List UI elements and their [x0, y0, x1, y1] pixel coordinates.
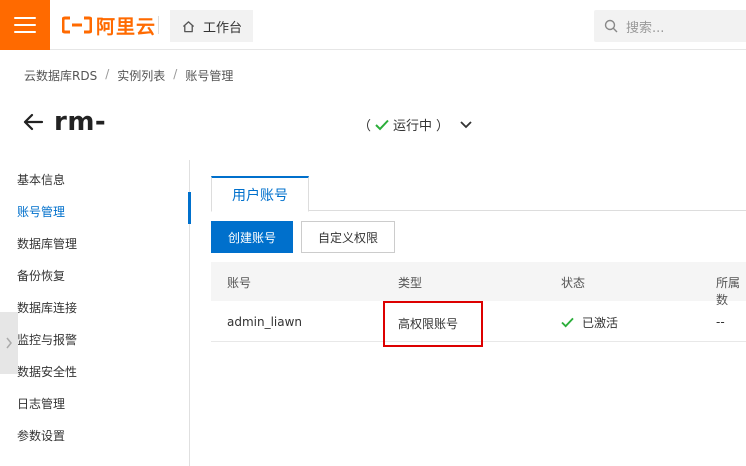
tab-bar: 用户账号: [211, 176, 746, 212]
sidebar-item-parameter-settings[interactable]: 参数设置: [17, 427, 65, 444]
search-icon: [604, 19, 618, 33]
table-header: 账号 类型 状态 所属数: [211, 262, 746, 307]
breadcrumb: 云数据库RDS / 实例列表 / 账号管理: [24, 67, 233, 84]
breadcrumb-item-rds[interactable]: 云数据库RDS: [24, 67, 97, 84]
sidebar-item-database-connection[interactable]: 数据库连接: [17, 299, 77, 316]
header-divider: [158, 16, 159, 34]
sidebar-item-database-management[interactable]: 数据库管理: [17, 235, 77, 252]
cell-status-text: 已激活: [582, 316, 619, 330]
chevron-down-icon[interactable]: [459, 120, 473, 130]
brand-name: 阿里云: [96, 15, 157, 38]
cell-account: admin_liawn: [227, 315, 303, 329]
sidebar-collapse-toggle[interactable]: [0, 312, 18, 374]
custom-permission-button[interactable]: 自定义权限: [301, 221, 395, 253]
tab-user-accounts[interactable]: 用户账号: [211, 176, 309, 212]
breadcrumb-separator: /: [105, 67, 110, 81]
sidebar-item-log-management[interactable]: 日志管理: [17, 395, 65, 412]
sidebar-active-indicator: [188, 192, 191, 224]
sidebar-item-backup-restore[interactable]: 备份恢复: [17, 267, 65, 284]
breadcrumb-separator: /: [173, 67, 178, 81]
workbench-button[interactable]: 工作台: [170, 10, 253, 42]
menu-icon-line: [14, 31, 36, 33]
chevron-right-icon: [6, 337, 12, 349]
back-arrow-icon[interactable]: [22, 111, 44, 133]
column-header-type: 类型: [398, 276, 423, 290]
sidebar-item-basic-info[interactable]: 基本信息: [17, 171, 65, 188]
create-account-button[interactable]: 创建账号: [211, 221, 293, 253]
sidebar-item-monitoring-alerts[interactable]: 监控与报警: [17, 331, 77, 348]
instance-status[interactable]: （ 运行中 ）: [358, 115, 473, 134]
page-title-row: rm-: [22, 107, 106, 137]
search-input[interactable]: 搜索...: [594, 10, 746, 42]
breadcrumb-item-instances[interactable]: 实例列表: [117, 67, 165, 84]
highlight-box: [383, 301, 483, 347]
workbench-label: 工作台: [203, 20, 243, 36]
status-paren-close: ）: [436, 119, 450, 134]
top-bar: 阿里云 工作台 搜索...: [0, 0, 746, 50]
home-icon: [182, 20, 195, 32]
status-text: 运行中: [393, 119, 433, 134]
aliyun-logo-icon: [62, 16, 92, 34]
search-placeholder: 搜索...: [626, 20, 665, 36]
menu-button[interactable]: [0, 0, 50, 50]
status-paren-open: （: [358, 119, 372, 134]
menu-icon-line: [14, 24, 36, 26]
check-icon: [561, 317, 574, 328]
sidebar-item-account-management[interactable]: 账号管理: [17, 203, 65, 220]
menu-icon-line: [14, 17, 36, 19]
breadcrumb-item-current: 账号管理: [185, 69, 234, 83]
column-header-status: 状态: [561, 276, 586, 290]
brand-logo[interactable]: 阿里云: [62, 12, 156, 38]
check-icon: [375, 119, 389, 130]
sidebar-item-data-security[interactable]: 数据安全性: [17, 363, 77, 380]
cell-status: 已激活: [561, 314, 618, 331]
page-title: rm-: [54, 107, 107, 137]
column-header-account: 账号: [227, 276, 252, 290]
cell-database: --: [716, 315, 725, 329]
